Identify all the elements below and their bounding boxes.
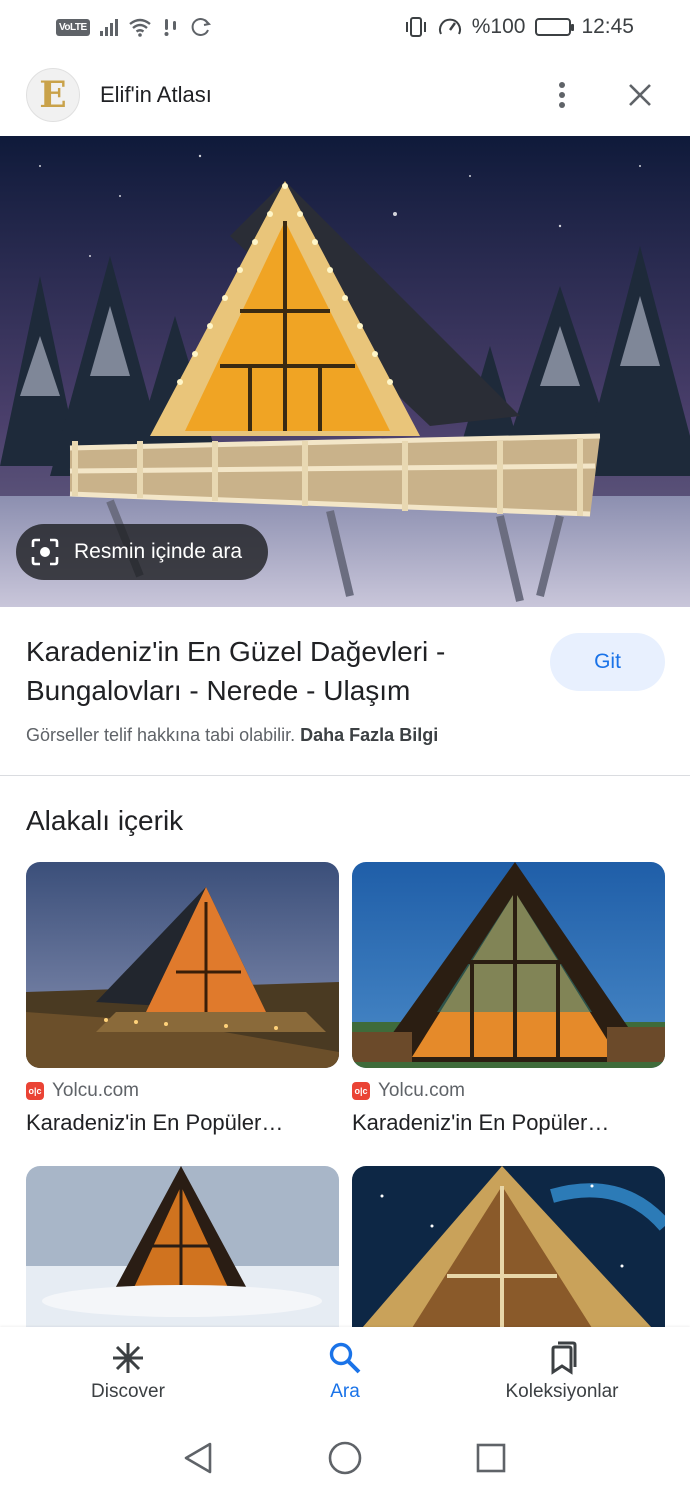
wifi-icon <box>128 18 151 37</box>
status-bar: VoLTE %100 12:45 <box>0 0 690 54</box>
copyright-notice: Görseller telif hakkına tabi olabilir. D… <box>26 725 438 746</box>
more-options-button[interactable] <box>538 71 586 119</box>
profile-avatar[interactable]: E <box>26 68 80 122</box>
related-title[interactable]: Karadeniz'in En Popüler… <box>26 1110 339 1136</box>
related-thumbnail[interactable] <box>26 1166 339 1328</box>
signal-icon <box>99 18 118 36</box>
hero-image[interactable]: Resmin içinde ara <box>0 136 690 607</box>
search-in-image-button[interactable]: Resmin içinde ara <box>16 524 269 580</box>
result-title[interactable]: Karadeniz'in En Güzel Dağevleri - Bungal… <box>26 632 526 710</box>
notification-icon <box>164 19 176 36</box>
related-heading: Alakalı içerik <box>26 805 184 836</box>
yolcu-favicon-icon: o|c <box>352 1082 370 1100</box>
recents-square-icon <box>476 1443 506 1473</box>
close-button[interactable] <box>616 71 664 119</box>
related-card[interactable]: o|c Yolcu.com Karadeniz'in En Popüler… <box>26 862 339 1136</box>
search-in-image-label: Resmin içinde ara <box>74 540 243 563</box>
more-vert-icon <box>559 82 565 108</box>
bottom-navigation: Discover Ara Koleksiyonlar <box>0 1327 690 1420</box>
lens-icon <box>31 538 59 566</box>
recents-button[interactable] <box>469 1436 513 1480</box>
home-circle-icon <box>328 1441 362 1475</box>
clock: 12:45 <box>581 15 634 38</box>
vibrate-icon <box>405 17 426 37</box>
bookmarks-icon <box>551 1341 577 1375</box>
status-left: VoLTE <box>56 16 212 38</box>
related-source: o|c Yolcu.com <box>26 1080 339 1102</box>
volte-icon: VoLTE <box>56 18 90 36</box>
nav-discover-label: Discover <box>91 1381 165 1402</box>
battery-icon <box>535 18 575 36</box>
divider <box>0 775 690 776</box>
visit-button[interactable]: Git <box>550 633 665 691</box>
page-title: Elif'in Atlası <box>100 82 212 107</box>
yolcu-favicon-icon: o|c <box>26 1082 44 1100</box>
status-right: %100 12:45 <box>404 15 634 39</box>
source-name: Yolcu.com <box>378 1080 465 1101</box>
nav-search-label: Ara <box>330 1381 360 1402</box>
related-source: o|c Yolcu.com <box>352 1080 665 1102</box>
battery-percent: %100 <box>471 15 526 38</box>
nav-collections-label: Koleksiyonlar <box>505 1381 619 1402</box>
related-thumbnail[interactable] <box>352 1166 665 1328</box>
nav-discover[interactable]: Discover <box>28 1327 228 1420</box>
related-thumbnail[interactable] <box>26 862 339 1068</box>
more-info-link[interactable]: Daha Fazla Bilgi <box>300 725 438 745</box>
speedometer-icon <box>438 18 461 35</box>
app-header: E Elif'in Atlası <box>0 54 690 136</box>
related-thumbnail[interactable] <box>352 862 665 1068</box>
close-icon <box>629 84 651 106</box>
nav-collections[interactable]: Koleksiyonlar <box>462 1327 662 1420</box>
asterisk-icon <box>113 1343 143 1373</box>
related-title[interactable]: Karadeniz'in En Popüler… <box>352 1110 665 1136</box>
home-button[interactable] <box>323 1436 367 1480</box>
sync-icon <box>191 18 211 36</box>
back-triangle-icon <box>184 1442 212 1474</box>
source-name: Yolcu.com <box>52 1080 139 1101</box>
back-button[interactable] <box>176 1436 220 1480</box>
copyright-text: Görseller telif hakkına tabi olabilir. <box>26 725 296 745</box>
system-navigation <box>0 1420 690 1495</box>
nav-search[interactable]: Ara <box>245 1327 445 1420</box>
search-icon <box>329 1342 361 1374</box>
related-card[interactable]: o|c Yolcu.com Karadeniz'in En Popüler… <box>352 862 665 1136</box>
